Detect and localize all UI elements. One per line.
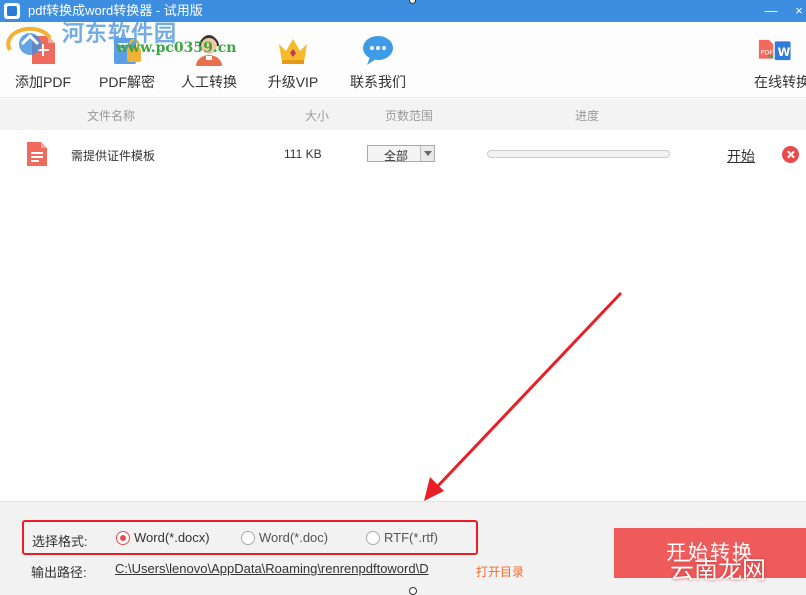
pdf-decrypt-button[interactable]: PDF解密 — [92, 22, 162, 98]
page-range-select[interactable]: 全部 — [367, 145, 435, 163]
column-header-pages: 页数范围 — [385, 109, 434, 123]
manual-convert-button[interactable]: 人工转换 — [174, 22, 244, 98]
close-button[interactable]: × — [784, 0, 806, 22]
format-doc-radio[interactable]: Word(*.doc) — [241, 529, 351, 549]
open-directory-link[interactable]: 打开目录 — [476, 563, 524, 580]
format-doc-label: Word(*.doc) — [259, 530, 329, 545]
add-pdf-icon — [32, 36, 55, 64]
format-docx-label: Word(*.docx) — [134, 530, 210, 545]
output-path-link[interactable]: C:\Users\lenovo\AppData\Roaming\renrenpd… — [115, 561, 468, 576]
manual-convert-label: 人工转换 — [181, 74, 237, 90]
handle-dot — [409, 587, 417, 595]
pdf-decrypt-label: PDF解密 — [99, 74, 155, 90]
online-convert-button[interactable]: PDF W 在线转换 — [748, 22, 806, 98]
add-pdf-button[interactable]: 添加PDF — [8, 22, 78, 98]
online-convert-label: 在线转换 — [754, 74, 806, 90]
remove-file-icon[interactable] — [782, 146, 799, 163]
file-size: 111 KB — [284, 147, 322, 161]
file-list-header: 文件名称 大小 页数范围 进度 — [0, 99, 806, 130]
format-label: 选择格式: — [32, 534, 88, 549]
pdf-file-icon — [27, 142, 47, 166]
customer-service-icon — [196, 35, 222, 66]
column-header-name: 文件名称 — [87, 109, 136, 123]
file-list-area — [0, 177, 806, 501]
column-header-size: 大小 — [305, 109, 330, 123]
crown-icon — [279, 39, 307, 64]
chat-bubble-icon — [363, 36, 393, 65]
add-pdf-label: 添加PDF — [15, 74, 71, 90]
format-rtf-label: RTF(*.rtf) — [384, 530, 438, 545]
svg-text:W: W — [778, 45, 791, 59]
radio-checked-icon — [116, 531, 130, 545]
page-range-value: 全部 — [384, 149, 409, 163]
output-path-label: 输出路径: — [31, 565, 87, 580]
column-header-progress: 进度 — [575, 109, 600, 123]
handle-dot — [409, 0, 416, 4]
progress-bar — [487, 150, 670, 158]
format-rtf-radio[interactable]: RTF(*.rtf) — [366, 529, 466, 549]
contact-us-button[interactable]: 联系我们 — [343, 22, 413, 98]
bottom-panel: 选择格式: Word(*.docx) Word(*.doc) RTF(*.rtf… — [0, 501, 806, 595]
start-file-button[interactable]: 开始 — [727, 146, 755, 166]
format-selection-highlight: 选择格式: Word(*.docx) Word(*.doc) RTF(*.rtf… — [22, 520, 478, 555]
format-docx-radio[interactable]: Word(*.docx) — [116, 529, 226, 549]
chevron-down-icon[interactable] — [420, 146, 434, 161]
title-bar: pdf转换成word转换器 - 试用版 — × — [0, 0, 806, 22]
upgrade-vip-button[interactable]: 升级VIP — [258, 22, 328, 98]
upgrade-vip-label: 升级VIP — [267, 74, 319, 90]
app-logo-icon — [4, 3, 20, 19]
toolbar: 添加PDF PDF解密 人工转换 升级VIP 联系我们 PDF W 在线转换 — [0, 22, 806, 98]
lock-icon — [114, 38, 141, 64]
minimize-button[interactable]: — — [756, 0, 786, 22]
radio-icon — [241, 531, 255, 545]
pdf-to-word-icon: PDF W — [758, 39, 791, 61]
contact-us-label: 联系我们 — [350, 74, 406, 90]
radio-icon — [366, 531, 380, 545]
window-title: pdf转换成word转换器 - 试用版 — [28, 3, 203, 18]
file-name: 需提供证件模板 — [71, 149, 156, 163]
table-row[interactable]: 需提供证件模板 111 KB 全部 开始 — [0, 131, 806, 177]
start-convert-button[interactable]: 开始转换 — [614, 528, 806, 578]
